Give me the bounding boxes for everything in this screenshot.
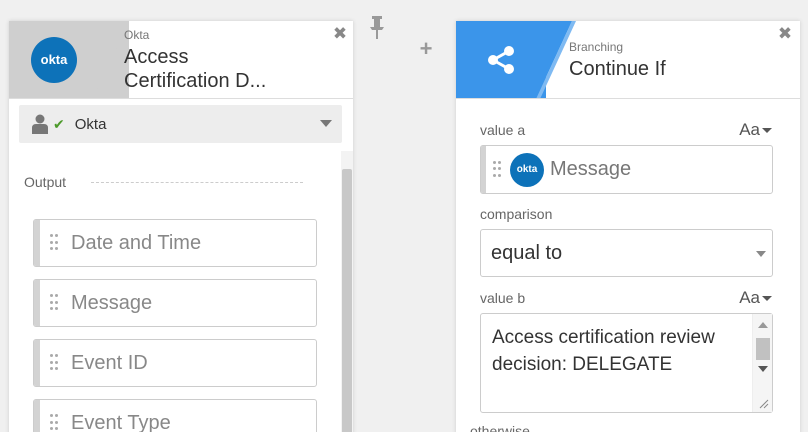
okta-card-body: Output Date and Time Message Event ID Ev… xyxy=(9,151,353,432)
output-field-date-time[interactable]: Date and Time xyxy=(33,219,317,267)
close-icon[interactable]: ✖ xyxy=(776,25,794,43)
output-field-label: Event ID xyxy=(71,351,148,374)
drag-handle-icon[interactable] xyxy=(40,220,68,266)
branching-icon-area xyxy=(456,21,546,98)
chevron-down-icon xyxy=(756,251,766,257)
person-icon xyxy=(32,114,48,134)
drag-handle-icon[interactable] xyxy=(40,280,68,326)
chevron-down-icon xyxy=(762,296,772,302)
branching-card-app-name: Branching xyxy=(569,40,624,54)
workflow-canvas: okta Okta Access Certification D... ✖ ✔ … xyxy=(0,0,808,432)
okta-card-header: okta Okta Access Certification D... ✖ xyxy=(9,21,353,99)
text-format-icon: Aa xyxy=(739,120,760,139)
account-label: Okta xyxy=(74,115,107,133)
value-b-text: Access certification review decision: DE… xyxy=(492,327,715,375)
text-format-icon: Aa xyxy=(739,288,760,307)
value-a-label: value a xyxy=(480,122,526,138)
output-section-label: Output xyxy=(24,174,67,190)
branching-card[interactable]: Branching Continue If ✖ value a Aa okta … xyxy=(456,21,800,432)
branching-card-title: Continue If xyxy=(569,58,666,80)
output-field-label: Event Type xyxy=(71,411,171,432)
output-field-label: Message xyxy=(71,291,153,314)
comparison-label: comparison xyxy=(480,206,553,222)
okta-card[interactable]: okta Okta Access Certification D... ✖ ✔ … xyxy=(9,21,353,432)
value-a-token-label: Message xyxy=(550,158,632,180)
value-b-textarea[interactable]: Access certification review decision: DE… xyxy=(480,313,773,413)
scrollbar-thumb[interactable] xyxy=(342,169,352,432)
okta-card-app-name: Okta xyxy=(124,28,150,42)
output-field-event-id[interactable]: Event ID xyxy=(33,339,317,387)
add-step-icon[interactable]: + xyxy=(416,36,436,62)
drag-handle-icon[interactable] xyxy=(40,400,68,432)
output-divider xyxy=(91,182,303,183)
pin-icon[interactable] xyxy=(368,16,386,40)
drag-handle-icon[interactable] xyxy=(486,146,508,193)
value-b-label: value b xyxy=(480,290,526,306)
comparison-select[interactable]: equal to xyxy=(480,229,773,277)
branching-card-header: Branching Continue If ✖ xyxy=(456,21,800,99)
chevron-down-icon xyxy=(762,128,772,134)
resize-handle-icon[interactable] xyxy=(757,397,769,409)
output-field-message[interactable]: Message xyxy=(33,279,317,327)
chevron-down-icon xyxy=(320,120,332,127)
output-field-label: Date and Time xyxy=(71,231,202,254)
okta-logo-icon: okta xyxy=(510,152,544,187)
okta-card-title-line1: Access xyxy=(124,46,189,68)
account-selector[interactable]: ✔ Okta xyxy=(19,105,342,143)
drag-handle-icon[interactable] xyxy=(40,340,68,386)
check-icon: ✔ xyxy=(53,115,65,132)
otherwise-label: otherwise xyxy=(470,423,530,432)
value-a-field[interactable]: okta Message xyxy=(480,145,773,194)
close-icon[interactable]: ✖ xyxy=(331,25,349,43)
scroll-down-icon[interactable] xyxy=(758,366,768,372)
share-icon xyxy=(488,46,514,74)
okta-card-title-line2: Certification D... xyxy=(124,70,267,92)
output-field-event-type[interactable]: Event Type xyxy=(33,399,317,432)
okta-logo-icon: okta xyxy=(31,37,77,83)
scroll-up-icon[interactable] xyxy=(758,322,768,328)
value-a-format-toggle[interactable]: Aa xyxy=(739,120,772,140)
scrollbar-thumb[interactable] xyxy=(756,338,770,360)
comparison-selected-value: equal to xyxy=(491,241,563,264)
value-b-format-toggle[interactable]: Aa xyxy=(739,288,772,308)
